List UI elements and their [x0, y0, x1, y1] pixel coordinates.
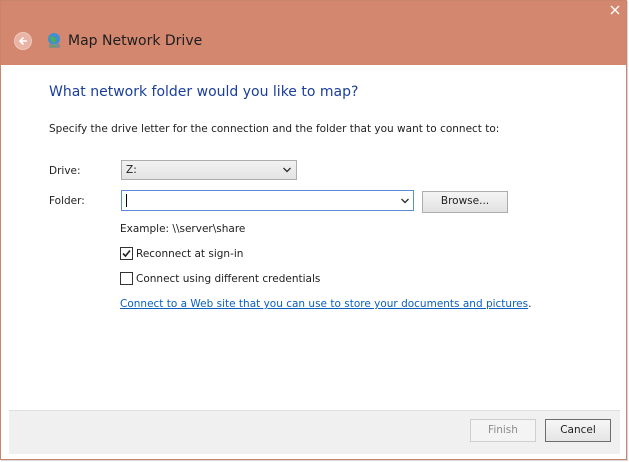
window-title: Map Network Drive — [68, 33, 203, 49]
back-button[interactable] — [14, 32, 32, 50]
chevron-down-icon[interactable] — [401, 198, 409, 204]
web-site-link[interactable]: Connect to a Web site that you can use t… — [120, 298, 528, 310]
reconnect-label[interactable]: Reconnect at sign-in — [136, 247, 243, 261]
map-network-drive-window: Map Network Drive What network folder wo… — [0, 0, 627, 460]
drive-select[interactable]: Z: — [121, 160, 297, 180]
cancel-button[interactable]: Cancel — [545, 419, 611, 442]
page-heading: What network folder would you like to ma… — [49, 84, 359, 100]
drive-select-value: Z: — [126, 164, 137, 176]
folder-label: Folder: — [49, 195, 85, 207]
close-icon[interactable] — [608, 5, 622, 15]
title-bar: Map Network Drive — [1, 1, 626, 65]
folder-input[interactable] — [121, 190, 414, 211]
instruction-text: Specify the drive letter for the connect… — [49, 123, 500, 135]
chevron-down-icon — [283, 167, 291, 173]
different-credentials-label[interactable]: Connect using different credentials — [136, 272, 320, 286]
dialog-footer: Finish Cancel — [9, 410, 620, 454]
drive-label: Drive: — [49, 165, 81, 177]
different-credentials-checkbox[interactable] — [120, 272, 133, 285]
web-link-row: Connect to a Web site that you can use t… — [120, 297, 531, 311]
checkmark-icon — [122, 249, 131, 258]
example-text: Example: \\server\share — [120, 223, 246, 235]
network-drive-icon — [48, 33, 60, 48]
text-cursor — [126, 194, 127, 207]
dialog-content: What network folder would you like to ma… — [9, 65, 620, 410]
reconnect-checkbox[interactable] — [120, 247, 133, 260]
back-arrow-icon — [18, 36, 27, 46]
web-link-suffix: . — [528, 298, 532, 310]
browse-button[interactable]: Browse... — [422, 191, 508, 213]
finish-button[interactable]: Finish — [470, 419, 536, 442]
